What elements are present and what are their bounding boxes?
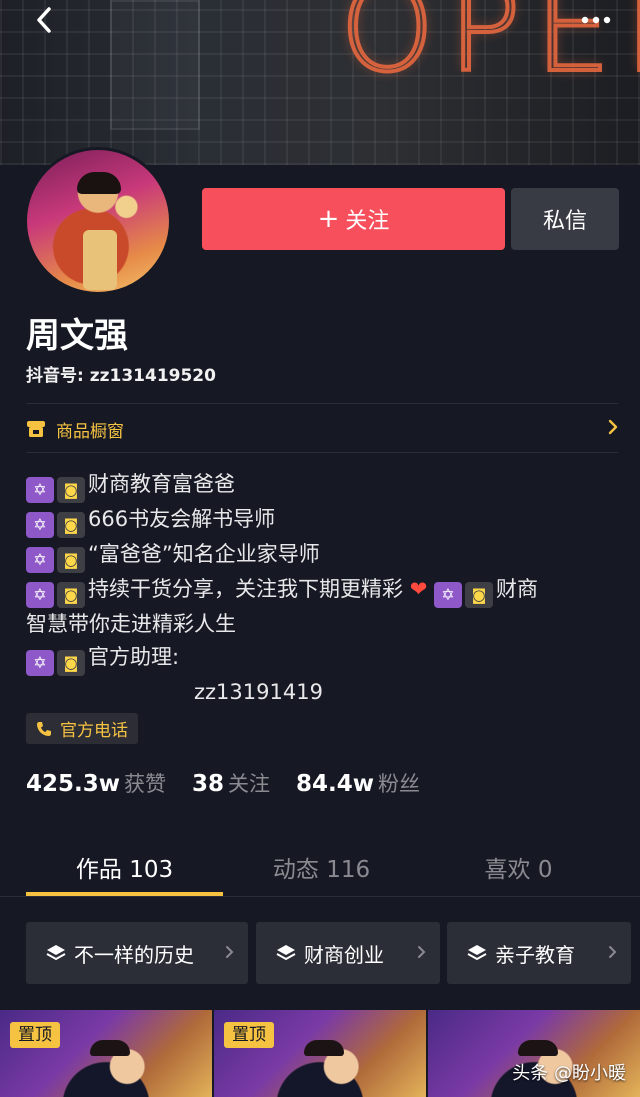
star-of-david-emoji-icon: ✡: [26, 649, 54, 676]
bio-text: 官方助理:: [88, 644, 180, 669]
watermark: 头条 @盼小暖: [512, 1063, 626, 1084]
bio-line: zz13191419: [194, 679, 323, 704]
shop-window-label: 商品橱窗: [56, 421, 124, 442]
cover-image: OPEN: [0, 0, 640, 165]
bio-text: 财商: [495, 577, 538, 601]
back-button[interactable]: [26, 2, 62, 38]
avatar-hair: [77, 172, 121, 194]
douyin-id: 抖音号: zz131419520: [26, 366, 216, 386]
pinned-badge: 置顶: [10, 1022, 60, 1048]
collection-chip[interactable]: 财商创业: [256, 922, 440, 984]
video-thumbnail[interactable]: 置顶: [214, 1010, 426, 1097]
chevron-left-icon: [37, 7, 51, 33]
thumbnail-figure: [90, 1040, 130, 1056]
bio-line: ✡ ◙ “富爸爸”知名企业家导师: [26, 538, 626, 573]
camera-flash-emoji-icon: ◙: [57, 547, 85, 573]
bio-line: ✡ ◙ 666书友会解书导师: [26, 503, 626, 538]
collection-label: 不一样的历史: [74, 942, 194, 967]
message-label: 私信: [542, 209, 587, 234]
divider: [26, 403, 618, 404]
video-thumbnail[interactable]: 置顶: [0, 1010, 212, 1097]
collection-label: 财商创业: [304, 942, 384, 967]
pinned-badge: 置顶: [224, 1022, 274, 1048]
phone-icon: [37, 721, 51, 736]
star-of-david-emoji-icon: ✡: [26, 547, 54, 573]
bio-text: 持续干货分享，关注我下期更精彩: [88, 577, 403, 601]
star-of-david-emoji-icon: ✡: [26, 582, 54, 608]
camera-flash-emoji-icon: ◙: [57, 512, 85, 538]
bio-text: “富爸爸”知名企业家导师: [88, 542, 320, 566]
likes-count: 425.3w: [26, 771, 120, 797]
shop-window-row[interactable]: 商品橱窗: [26, 406, 618, 452]
profile-name: 周文强: [26, 316, 128, 356]
star-of-david-emoji-icon: ✡: [26, 477, 54, 503]
likes-stat[interactable]: 425.3w 获赞: [26, 768, 166, 798]
stats-row: 425.3w 获赞 38 关注 84.4w 粉丝: [26, 768, 420, 798]
more-button[interactable]: [576, 6, 616, 34]
bio-line: ✡ ◙ 财商教育富爸爸: [26, 468, 626, 503]
bio-text: 666书友会解书导师: [88, 507, 276, 531]
followers-stat[interactable]: 84.4w 粉丝: [296, 768, 420, 798]
following-label: 关注: [228, 772, 271, 796]
tab-likes[interactable]: 喜欢 0: [420, 838, 617, 898]
heart-emoji-icon: ❤: [409, 577, 428, 601]
follow-label: 关注: [345, 209, 390, 234]
cover-sign-decoration: [110, 0, 200, 130]
camera-flash-emoji-icon: ◙: [57, 582, 85, 608]
bio-text: 财商教育富爸爸: [88, 472, 235, 496]
star-of-david-emoji-icon: ✡: [433, 582, 462, 608]
stack-icon: [276, 945, 296, 961]
thumbnail-figure: [518, 1040, 558, 1056]
tab-works[interactable]: 作品 103: [26, 838, 223, 898]
follow-button[interactable]: + 关注: [202, 188, 505, 250]
more-dots-icon: [581, 16, 611, 24]
chevron-right-icon: [225, 943, 234, 964]
bio-line: 智慧带你走进精彩人生: [26, 612, 236, 636]
chevron-right-icon: [608, 419, 618, 440]
bio-line: ✡ ◙ 官方助理:: [26, 641, 626, 676]
collection-chip[interactable]: 亲子教育: [447, 922, 631, 984]
chevron-right-icon: [417, 943, 426, 964]
divider: [0, 896, 640, 897]
followers-count: 84.4w: [296, 771, 375, 797]
plus-icon: +: [317, 204, 340, 234]
following-stat[interactable]: 38 关注: [192, 768, 270, 798]
official-phone-tag[interactable]: 官方电话: [26, 713, 138, 744]
followers-label: 粉丝: [378, 772, 421, 796]
following-count: 38: [192, 771, 225, 797]
tab-activity[interactable]: 动态 116: [223, 838, 420, 898]
avatar[interactable]: [24, 147, 172, 295]
stack-icon: [467, 945, 487, 961]
profile-tabs: 作品 103 动态 116 喜欢 0: [26, 838, 618, 898]
likes-label: 获赞: [124, 772, 166, 796]
divider: [26, 452, 618, 453]
official-phone-label: 官方电话: [60, 721, 128, 741]
storefront-icon: [26, 420, 46, 438]
bio: ✡ ◙ 财商教育富爸爸 ✡ ◙ 666书友会解书导师 ✡ ◙ “富爸爸”知名企业家导师 ✡ ◙…: [26, 468, 626, 708]
message-button[interactable]: 私信: [511, 188, 619, 250]
star-of-david-emoji-icon: ✡: [26, 512, 54, 538]
collection-label: 亲子教育: [495, 942, 575, 967]
chevron-right-icon: [608, 943, 617, 964]
thumbnail-figure: [304, 1040, 344, 1056]
camera-flash-emoji-icon: ◙: [464, 582, 493, 608]
bio-line: ✡ ◙ 持续干货分享，关注我下期更精彩 ❤ ✡ ◙ 财商: [26, 573, 626, 608]
camera-flash-emoji-icon: ◙: [57, 477, 85, 503]
camera-flash-emoji-icon: ◙: [57, 649, 85, 676]
collection-chip[interactable]: 不一样的历史: [26, 922, 248, 984]
avatar-scarf: [83, 230, 117, 290]
stack-icon: [46, 945, 66, 961]
